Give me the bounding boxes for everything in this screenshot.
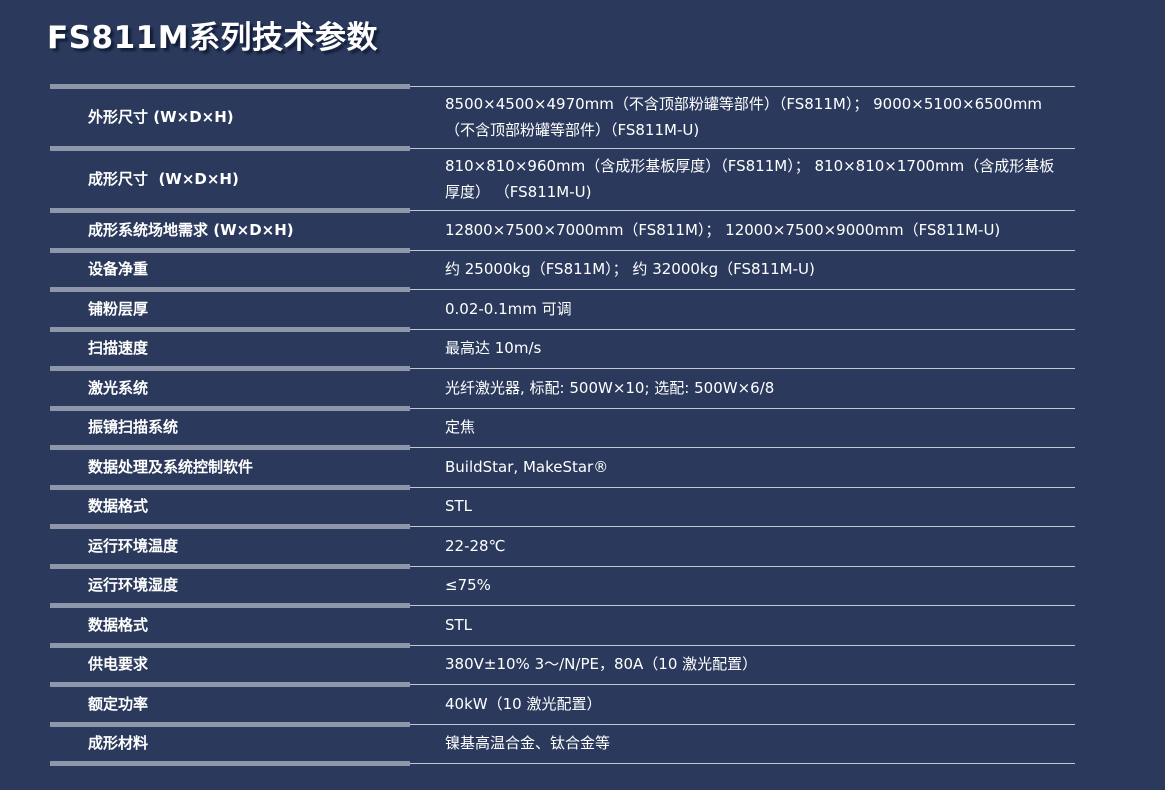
- row-divider-left: [50, 722, 410, 727]
- row-divider-right: [410, 86, 1075, 87]
- spec-label: 运行环境湿度: [50, 574, 410, 596]
- spec-label: 成形材料: [50, 732, 410, 754]
- row-divider-right: [410, 447, 1075, 448]
- row-divider-left: [50, 287, 410, 292]
- spec-value: 镍基高温合金、钛合金等: [410, 730, 1075, 756]
- table-row-scan-speed: 扫描速度 最高达 10m/s: [50, 329, 1075, 369]
- spec-value: 0.02-0.1mm 可调: [410, 296, 1075, 322]
- table-row-software: 数据处理及系统控制软件 BuildStar, MakeStar®: [50, 447, 1075, 487]
- spec-label: 成形系统场地需求 (W×D×H): [50, 219, 410, 241]
- table-row-data-format-1: 数据格式 STL: [50, 487, 1075, 527]
- row-divider-left: [50, 603, 410, 608]
- spec-label: 运行环境温度: [50, 535, 410, 557]
- table-row-layer-thickness: 铺粉层厚 0.02-0.1mm 可调: [50, 289, 1075, 329]
- spec-value: 40kW（10 激光配置）: [410, 691, 1075, 717]
- row-divider-left: [50, 327, 410, 332]
- spec-label: 供电要求: [50, 653, 410, 675]
- row-divider-left: [50, 248, 410, 253]
- spec-label: 振镜扫描系统: [50, 416, 410, 438]
- spec-value: 约 25000kg（FS811M）； 约 32000kg（FS811M-U): [410, 256, 1075, 282]
- spec-label: 激光系统: [50, 377, 410, 399]
- spec-value: 定焦: [410, 414, 1075, 440]
- table-row-build-materials: 成形材料 镍基高温合金、钛合金等: [50, 724, 1075, 764]
- spec-label: 额定功率: [50, 693, 410, 715]
- row-divider-left: [50, 406, 410, 411]
- spec-label: 成形尺寸 (W×D×H): [50, 168, 410, 190]
- row-divider-left: [50, 366, 410, 371]
- row-divider-right: [410, 408, 1075, 409]
- table-row-power-supply: 供电要求 380V±10% 3～/N/PE，80A（10 激光配置）: [50, 645, 1075, 685]
- row-divider-right: [410, 605, 1075, 606]
- spec-value: STL: [410, 612, 1075, 638]
- spec-value: 12800×7500×7000mm（FS811M）； 12000×7500×90…: [410, 217, 1075, 243]
- spec-label: 扫描速度: [50, 337, 410, 359]
- spec-value: 8500×4500×4970mm（不含顶部粉罐等部件）（FS811M）； 900…: [410, 91, 1075, 143]
- table-row-data-format-2: 数据格式 STL: [50, 605, 1075, 645]
- spec-value: 最高达 10m/s: [410, 335, 1075, 361]
- spec-value: ≤75%: [410, 572, 1075, 598]
- table-row-laser-system: 激光系统 光纤激光器, 标配: 500W×10; 选配: 500W×6/8: [50, 368, 1075, 408]
- row-divider-left: [50, 445, 410, 450]
- row-divider-right: [410, 566, 1075, 567]
- table-row-dimensions: 外形尺寸 (W×D×H) 8500×4500×4970mm（不含顶部粉罐等部件）…: [50, 86, 1075, 148]
- row-divider-right: [410, 148, 1075, 149]
- row-divider-left: [50, 524, 410, 529]
- row-divider-right: [410, 763, 1075, 764]
- row-divider-right: [410, 526, 1075, 527]
- spec-table: 外形尺寸 (W×D×H) 8500×4500×4970mm（不含顶部粉罐等部件）…: [50, 86, 1075, 769]
- row-divider-right: [410, 250, 1075, 251]
- row-divider-right: [410, 329, 1075, 330]
- spec-value: STL: [410, 493, 1075, 519]
- spec-label: 设备净重: [50, 258, 410, 280]
- spec-label: 铺粉层厚: [50, 298, 410, 320]
- row-divider-left: [50, 564, 410, 569]
- table-row-rated-power: 额定功率 40kW（10 激光配置）: [50, 684, 1075, 724]
- row-divider-right: [410, 684, 1075, 685]
- page-title: FS811M系列技术参数: [47, 12, 378, 57]
- table-row-build-size: 成形尺寸 (W×D×H) 810×810×960mm（含成形基板厚度）（FS81…: [50, 148, 1075, 210]
- row-divider-right: [410, 210, 1075, 211]
- spec-value: 380V±10% 3～/N/PE，80A（10 激光配置）: [410, 651, 1075, 677]
- spec-value: BuildStar, MakeStar®: [410, 454, 1075, 480]
- table-row-galvo-system: 振镜扫描系统 定焦: [50, 408, 1075, 448]
- spec-page: FS811M系列技术参数 外形尺寸 (W×D×H) 8500×4500×4970…: [0, 0, 1165, 790]
- row-divider-left: [50, 208, 410, 213]
- row-divider-right: [410, 724, 1075, 725]
- spec-label: 数据格式: [50, 495, 410, 517]
- row-divider-right: [410, 368, 1075, 369]
- row-divider-right: [410, 487, 1075, 488]
- row-divider-left: [50, 682, 410, 687]
- row-divider-left: [50, 485, 410, 490]
- spec-value: 22-28℃: [410, 533, 1075, 559]
- row-divider-right: [410, 645, 1075, 646]
- row-divider-left: [50, 643, 410, 648]
- spec-value: 光纤激光器, 标配: 500W×10; 选配: 500W×6/8: [410, 375, 1075, 401]
- row-divider-left: [50, 761, 410, 766]
- spec-label: 数据格式: [50, 614, 410, 636]
- spec-value: 810×810×960mm（含成形基板厚度）（FS811M）； 810×810×…: [410, 153, 1075, 205]
- table-row-operating-temperature: 运行环境温度 22-28℃: [50, 526, 1075, 566]
- row-divider-left: [50, 146, 410, 151]
- table-row-operating-humidity: 运行环境湿度 ≤75%: [50, 566, 1075, 606]
- table-row-site-requirement: 成形系统场地需求 (W×D×H) 12800×7500×7000mm（FS811…: [50, 210, 1075, 250]
- row-divider-left: [50, 84, 410, 89]
- table-row-net-weight: 设备净重 约 25000kg（FS811M）； 约 32000kg（FS811M…: [50, 250, 1075, 290]
- spec-label: 外形尺寸 (W×D×H): [50, 106, 410, 128]
- table-bottom-border: [50, 763, 1075, 769]
- spec-label: 数据处理及系统控制软件: [50, 456, 410, 478]
- row-divider-right: [410, 289, 1075, 290]
